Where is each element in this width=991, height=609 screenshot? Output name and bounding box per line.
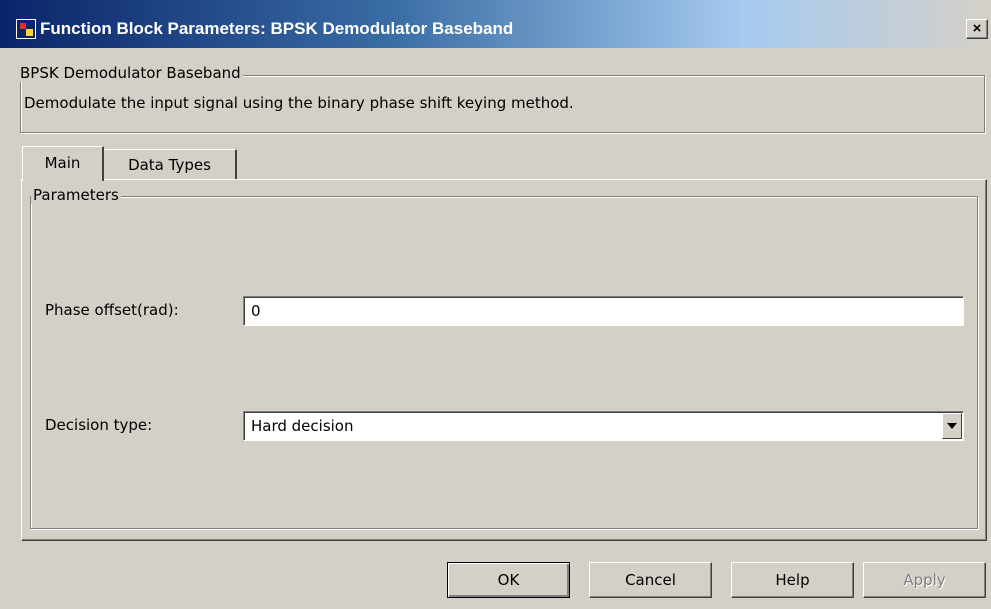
phase-offset-input[interactable]: 0 bbox=[243, 296, 964, 326]
close-button[interactable]: × bbox=[966, 19, 988, 39]
parameters-group-title: Parameters bbox=[31, 186, 121, 204]
dropdown-arrow-button[interactable] bbox=[942, 413, 962, 439]
block-group-title: BPSK Demodulator Baseband bbox=[18, 64, 243, 82]
decision-type-value: Hard decision bbox=[251, 417, 354, 435]
cancel-button-label: Cancel bbox=[625, 571, 676, 589]
tab-main[interactable]: Main bbox=[22, 146, 104, 181]
block-description: Demodulate the input signal using the bi… bbox=[24, 94, 574, 112]
decision-type-dropdown[interactable]: Hard decision bbox=[243, 411, 964, 441]
phase-offset-value: 0 bbox=[251, 302, 261, 320]
tab-data-types[interactable]: Data Types bbox=[104, 149, 237, 180]
help-button[interactable]: Help bbox=[731, 562, 854, 598]
title-bar[interactable]: Function Block Parameters: BPSK Demodula… bbox=[0, 0, 991, 48]
tab-data-types-label: Data Types bbox=[128, 156, 211, 174]
phase-offset-label: Phase offset(rad): bbox=[45, 301, 179, 319]
window-title: Function Block Parameters: BPSK Demodula… bbox=[40, 19, 514, 38]
chevron-down-icon bbox=[947, 423, 957, 429]
tab-main-label: Main bbox=[44, 154, 81, 172]
decision-type-label: Decision type: bbox=[45, 416, 153, 434]
apply-button-label: Apply bbox=[903, 571, 946, 589]
simulink-block-icon bbox=[16, 19, 36, 39]
ok-button[interactable]: OK bbox=[447, 562, 570, 598]
cancel-button[interactable]: Cancel bbox=[589, 562, 712, 598]
close-icon: × bbox=[972, 20, 982, 37]
apply-button[interactable]: Apply bbox=[863, 562, 986, 598]
parameters-group bbox=[30, 196, 978, 529]
ok-button-label: OK bbox=[497, 571, 520, 589]
help-button-label: Help bbox=[775, 571, 810, 589]
